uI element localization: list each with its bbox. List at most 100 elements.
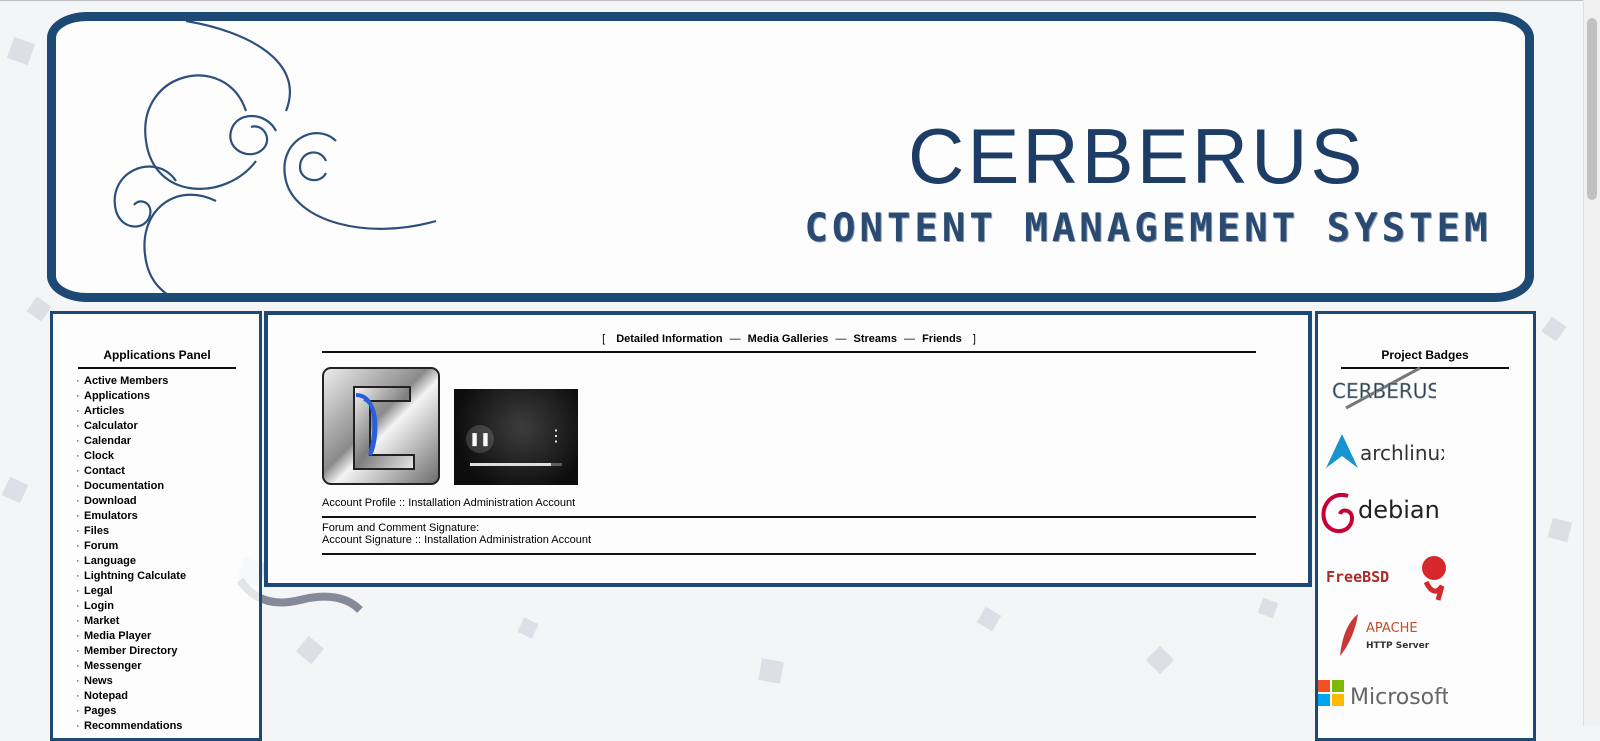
app-link-label: Login	[84, 600, 114, 612]
badge-archlinux-label: archlinux	[1360, 441, 1444, 465]
main-content-panel: [ Detailed Information — Media Galleries…	[264, 311, 1312, 587]
app-link-files[interactable]: · Files	[76, 524, 186, 539]
bullet-icon: ·	[76, 540, 80, 552]
app-link-lightning-calculate[interactable]: · Lightning Calculate	[76, 569, 186, 584]
more-options-icon[interactable]: ⋮	[548, 429, 564, 445]
bullet-icon: ·	[76, 585, 80, 597]
badge-apache-label: APACHE	[1366, 621, 1418, 636]
app-link-label: Notepad	[84, 690, 128, 702]
nav-link-media-galleries[interactable]: Media Galleries	[748, 333, 829, 345]
app-link-member-directory[interactable]: · Member Directory	[76, 644, 186, 659]
beastie-icon	[1422, 556, 1446, 580]
app-link-label: Lightning Calculate	[84, 570, 187, 582]
app-link-label: Active Members	[84, 375, 169, 387]
badge-archlinux[interactable]: archlinux	[1324, 432, 1452, 477]
signature-block: Forum and Comment Signature: Account Sig…	[322, 522, 1256, 555]
pause-icon[interactable]: ❚❚	[466, 425, 494, 453]
site-title: CERBERUS	[908, 112, 1366, 200]
app-link-applications[interactable]: · Applications	[76, 389, 186, 404]
app-link-emulators[interactable]: · Emulators	[76, 509, 186, 524]
nav-link-streams[interactable]: Streams	[854, 333, 897, 345]
bullet-icon: ·	[76, 660, 80, 672]
app-link-label: Clock	[84, 450, 114, 462]
app-link-pages[interactable]: · Pages	[76, 704, 186, 719]
microsoft-logo-icon	[1318, 680, 1344, 706]
bullet-icon: ·	[76, 600, 80, 612]
video-player[interactable]: ❚❚ ⋮	[454, 389, 578, 485]
bullet-icon: ·	[76, 570, 80, 582]
bullet-icon: ·	[76, 465, 80, 477]
app-link-label: Articles	[84, 405, 125, 417]
bullet-icon: ·	[76, 525, 80, 537]
app-link-label: Files	[84, 525, 110, 537]
app-link-legal[interactable]: · Legal	[76, 584, 186, 599]
bullet-icon: ·	[76, 690, 80, 702]
app-link-calculator[interactable]: · Calculator	[76, 419, 186, 434]
bullet-icon: ·	[76, 645, 80, 657]
badge-freebsd[interactable]: FreeBSD	[1322, 548, 1452, 609]
bullet-icon: ·	[76, 495, 80, 507]
app-link-label: Forum	[84, 540, 119, 552]
applications-panel: Applications Panel · Active Members · Appli…	[50, 311, 262, 741]
debian-swirl-icon	[1321, 492, 1355, 534]
bullet-icon: ·	[76, 720, 80, 732]
app-link-news[interactable]: · News	[76, 674, 186, 689]
scrollbar-thumb[interactable]	[1587, 18, 1597, 200]
app-link-label: Contact	[84, 465, 125, 477]
bullet-icon: ·	[76, 480, 80, 492]
nav-open-bracket: [	[602, 333, 606, 345]
app-link-label: Calendar	[84, 435, 132, 447]
app-link-messenger[interactable]: · Messenger	[76, 659, 186, 674]
app-link-active-members[interactable]: · Active Members	[76, 374, 186, 389]
nav-separator: —	[904, 333, 915, 345]
app-link-label: Legal	[84, 585, 113, 597]
app-link-notepad[interactable]: · Notepad	[76, 689, 186, 704]
app-link-label: Recommendations	[84, 720, 183, 732]
badge-debian-label: debian	[1358, 496, 1440, 524]
badge-debian[interactable]: debian	[1318, 486, 1448, 545]
app-link-login[interactable]: · Login	[76, 599, 186, 614]
site-subtitle: CONTENT MANAGEMENT SYSTEM	[804, 206, 1492, 251]
app-link-language[interactable]: · Language	[76, 554, 186, 569]
app-link-contact[interactable]: · Contact	[76, 464, 186, 479]
app-link-label: Calculator	[84, 420, 138, 432]
nav-link-detailed-information[interactable]: Detailed Information	[616, 333, 722, 345]
app-link-market[interactable]: · Market	[76, 614, 186, 629]
swirl-logo-icon	[113, 21, 437, 293]
site-banner: CERBERUS CONTENT MANAGEMENT SYSTEM	[47, 12, 1534, 302]
app-link-media-player[interactable]: · Media Player	[76, 629, 186, 644]
top-border	[0, 0, 1584, 1]
app-link-label: Member Directory	[84, 645, 178, 657]
bullet-icon: ·	[76, 405, 80, 417]
badge-freebsd-label: FreeBSD	[1326, 568, 1389, 586]
app-link-recommendations[interactable]: · Recommendations	[76, 719, 186, 734]
arch-logo-icon	[1326, 434, 1358, 468]
nav-link-friends[interactable]: Friends	[922, 333, 962, 345]
app-link-documentation[interactable]: · Documentation	[76, 479, 186, 494]
app-link-label: Download	[84, 495, 137, 507]
signature-text: Account Signature :: Installation Admini…	[322, 534, 592, 546]
page-scrollbar[interactable]	[1583, 0, 1600, 726]
badge-microsoft-label: Microsoft	[1350, 685, 1448, 710]
app-link-articles[interactable]: · Articles	[76, 404, 186, 419]
badge-microsoft[interactable]: Microsoft	[1318, 678, 1450, 717]
app-link-label: Market	[84, 615, 120, 627]
signature-label: Forum and Comment Signature:	[322, 522, 480, 534]
video-progress-bar[interactable]	[470, 463, 562, 466]
video-progress-fill	[470, 463, 551, 466]
badge-cerberus[interactable]: CERBERUS	[1326, 364, 1440, 419]
badge-apache-sublabel: HTTP Server	[1366, 641, 1430, 651]
app-link-label: Documentation	[84, 480, 165, 492]
app-link-forum[interactable]: · Forum	[76, 539, 186, 554]
bullet-icon: ·	[76, 435, 80, 447]
app-link-download[interactable]: · Download	[76, 494, 186, 509]
app-link-label: Media Player	[84, 630, 152, 642]
badge-apache[interactable]: APACHE HTTP Server	[1326, 612, 1446, 665]
app-link-calendar[interactable]: · Calendar	[76, 434, 186, 449]
bullet-icon: ·	[76, 705, 80, 717]
account-profile-line: Account Profile :: Installation Administ…	[322, 497, 1256, 518]
app-link-clock[interactable]: · Clock	[76, 449, 186, 464]
nav-separator: —	[729, 333, 741, 345]
bullet-icon: ·	[76, 420, 80, 432]
app-link-label: Applications	[84, 390, 151, 402]
